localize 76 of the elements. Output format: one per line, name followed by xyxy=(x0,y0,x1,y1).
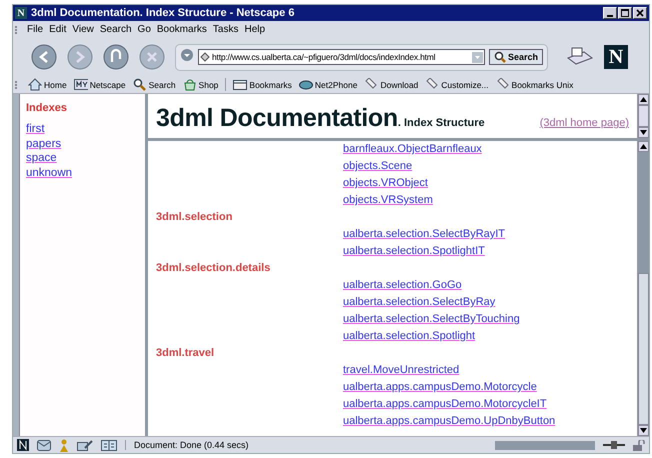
scrollbar[interactable] xyxy=(637,141,649,436)
throbber-logo[interactable]: N xyxy=(604,45,628,69)
index-link[interactable]: ualberta.selection.SelectByTouching xyxy=(343,313,520,325)
sidebar-link[interactable]: first xyxy=(26,122,45,136)
back-button[interactable] xyxy=(31,44,57,70)
menu-item[interactable]: Tasks xyxy=(212,24,238,35)
house-button[interactable]: Home xyxy=(28,78,67,91)
sidebar-title: Indexes xyxy=(26,102,68,114)
index-link[interactable]: travel.MoveUnrestricted xyxy=(343,364,460,376)
menu-item[interactable]: Bookmarks xyxy=(156,24,207,35)
home-page-link[interactable]: (3dml home page) xyxy=(540,117,629,129)
menu-item[interactable]: Go xyxy=(138,24,151,35)
page-icon xyxy=(200,52,210,62)
sidebar-link[interactable]: papers xyxy=(26,136,62,151)
index-link[interactable]: ualberta.apps.campusDemo.MotorcycleIT xyxy=(343,398,547,410)
index-link[interactable]: ualberta.apps.campusDemo.Motorcycle xyxy=(343,381,537,393)
shop-icon xyxy=(182,78,197,91)
bookmark-icon xyxy=(425,78,440,91)
page-subtitle: . Index Structure xyxy=(398,117,485,129)
index-link[interactable]: objects.VRObject xyxy=(343,177,428,189)
bookmark-button[interactable]: Bookmarks Unix xyxy=(496,78,574,91)
index-link[interactable]: ualberta.selection.SelectByRayIT xyxy=(343,228,506,240)
house-icon xyxy=(28,78,42,91)
section-heading: 3dml.travel xyxy=(156,346,216,361)
menu-item[interactable]: View xyxy=(72,24,94,35)
search-icon xyxy=(494,51,506,63)
window-logo: N xyxy=(15,7,27,19)
index-link[interactable]: ualberta.selection.SelectByRay xyxy=(343,296,496,308)
search-icon xyxy=(132,78,147,91)
section-heading: 3dml.selection xyxy=(156,210,234,225)
folder-icon xyxy=(233,78,248,91)
minimize-button[interactable] xyxy=(603,7,617,19)
index-link[interactable]: barnfleaux.ObjectBarnfleaux xyxy=(343,143,482,155)
forward-button[interactable] xyxy=(67,44,93,70)
index-link[interactable]: ualberta.selection.SpotlightIT xyxy=(343,245,485,257)
folder-button[interactable]: Bookmarks xyxy=(233,78,292,91)
stop-button[interactable] xyxy=(139,44,165,70)
bookmark-button[interactable]: Download xyxy=(364,78,418,91)
sidebar-link[interactable]: unknown xyxy=(26,166,72,180)
down-arrow-icon[interactable] xyxy=(640,428,647,433)
address-field[interactable]: http://www.cs.ualberta.ca/~pfiguero/3dml/docs/indexIndex.html xyxy=(198,49,485,65)
index-link[interactable]: ualberta.selection.Spotlight xyxy=(343,330,476,342)
sidebar-grip[interactable] xyxy=(13,94,20,436)
menu-item[interactable]: Help xyxy=(244,24,266,35)
up-arrow-icon[interactable] xyxy=(640,97,647,102)
index-link[interactable]: ualberta.apps.campusDemo.UpDnbyButton xyxy=(343,415,556,427)
index-link[interactable]: objects.Scene xyxy=(343,160,412,172)
maximize-icon xyxy=(621,9,629,17)
section-heading: 3dml.selection.details xyxy=(156,261,272,276)
up-arrow-icon[interactable] xyxy=(640,144,647,149)
reload-button[interactable] xyxy=(103,44,129,70)
scrollbar[interactable] xyxy=(637,94,649,138)
sidebar-link[interactable]: space xyxy=(26,151,57,166)
down-arrow-icon[interactable] xyxy=(640,130,647,135)
index-link[interactable]: ualberta.selection.GoGo xyxy=(343,279,462,291)
lock-icon[interactable] xyxy=(633,440,645,450)
bookmark-button[interactable]: Customize... xyxy=(425,78,489,91)
index-link[interactable]: objects.VRSystem xyxy=(343,194,433,206)
bookmark-icon xyxy=(496,78,510,91)
window-title: 3dml Documentation. Index Structure - Netscape 6 xyxy=(31,7,296,19)
page-title: 3dml Documentation xyxy=(156,104,398,133)
address-book-icon[interactable] xyxy=(101,440,117,450)
search-button[interactable]: Search xyxy=(489,49,544,65)
close-button[interactable] xyxy=(633,7,647,19)
search-button[interactable]: Search xyxy=(132,78,176,91)
maximize-button[interactable] xyxy=(618,7,632,19)
menu-item[interactable]: File xyxy=(27,24,44,35)
bookmark-icon xyxy=(364,78,378,91)
close-icon xyxy=(636,9,644,17)
phone-button[interactable]: Net2Phone xyxy=(298,78,358,91)
menu-item[interactable]: Edit xyxy=(49,24,66,35)
shop-button[interactable]: Shop xyxy=(182,78,218,91)
mail-icon[interactable] xyxy=(37,440,51,450)
menu-item[interactable]: Search xyxy=(100,24,132,35)
my-button[interactable]: Netscape xyxy=(74,78,126,91)
status-text: Document: Done (0.44 secs) xyxy=(125,440,487,450)
